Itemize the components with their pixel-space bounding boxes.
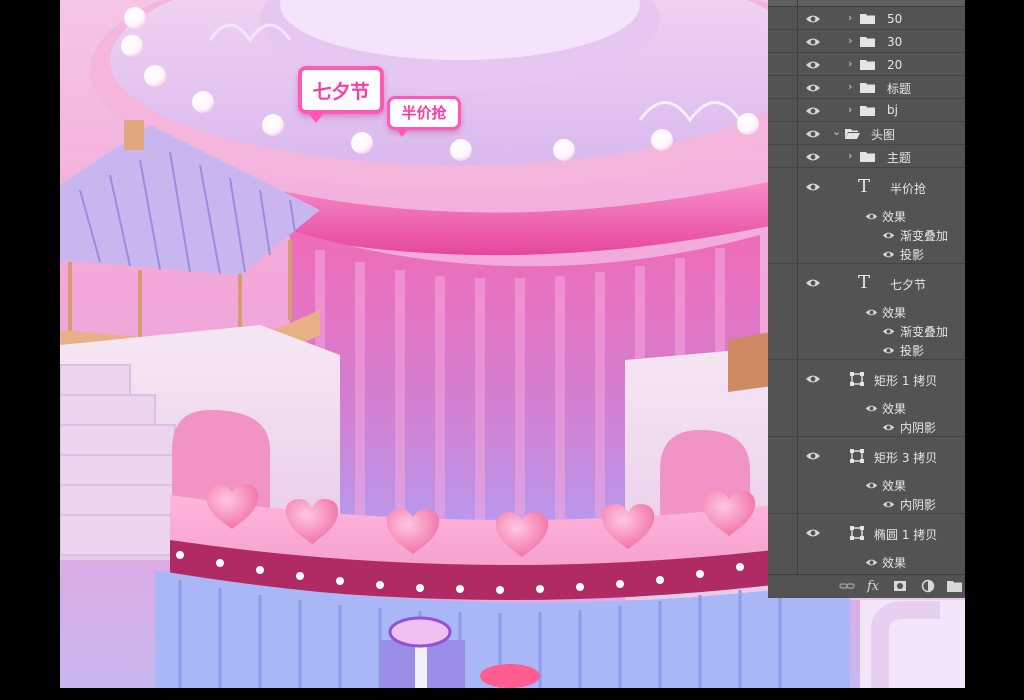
layer-name[interactable]: bj — [887, 103, 898, 117]
new-group-icon[interactable] — [947, 579, 962, 593]
qixi-badge-tail — [308, 113, 324, 123]
eye-icon[interactable] — [805, 37, 821, 47]
folder-icon — [860, 83, 875, 93]
layer-name[interactable]: 七夕节 — [890, 276, 926, 293]
layer-row-text-half-price[interactable]: T 半价抢 效果 渐变叠加 投影 — [768, 168, 965, 264]
effects-label[interactable]: 效果 — [882, 304, 906, 321]
chevron-right-icon[interactable]: › — [848, 103, 852, 116]
eye-icon[interactable] — [805, 83, 821, 93]
effects-eye-icon[interactable] — [865, 558, 878, 567]
layer-row-group-50[interactable]: › 50 — [768, 7, 965, 30]
eye-icon[interactable] — [805, 14, 821, 24]
layer-name[interactable]: 主题 — [887, 149, 911, 166]
chevron-right-icon[interactable]: › — [848, 80, 852, 93]
text-layer-icon: T — [858, 272, 871, 293]
layer-row-group-title[interactable]: › 标题 — [768, 76, 965, 99]
shape-layer-icon — [850, 526, 864, 540]
chevron-down-icon[interactable]: ⌄ — [832, 125, 841, 138]
folder-icon — [860, 37, 875, 47]
text-layer-icon: T — [858, 176, 871, 197]
chevron-right-icon[interactable]: › — [848, 57, 852, 70]
layer-name[interactable]: 30 — [887, 35, 902, 49]
chevron-right-icon[interactable]: › — [848, 149, 852, 162]
bottom-black-bar — [0, 688, 1024, 700]
layers-panel: › 50 › 30 › 20 › 标题 › bj ⌄ 头图 › 主题 T 半价抢… — [768, 0, 965, 598]
fx-icon[interactable]: fx — [867, 579, 879, 594]
effects-label[interactable]: 效果 — [882, 554, 906, 571]
layer-name[interactable]: 椭圆 1 拷贝 — [874, 526, 937, 543]
layer-name[interactable]: 20 — [887, 58, 902, 72]
effects-label[interactable]: 效果 — [882, 477, 906, 494]
layer-row-shape-ellipse1[interactable]: 椭圆 1 拷贝 效果 — [768, 514, 965, 574]
layer-name[interactable]: 矩形 1 拷贝 — [874, 372, 937, 389]
layer-row-group-bj[interactable]: › bj — [768, 99, 965, 122]
effects-eye-icon[interactable] — [865, 481, 878, 490]
right-black-bar — [965, 0, 1024, 700]
eye-icon[interactable] — [805, 278, 821, 288]
layer-name[interactable]: 标题 — [887, 80, 911, 97]
effect-eye-icon[interactable] — [882, 231, 895, 240]
effect-drop-shadow[interactable]: 投影 — [900, 342, 924, 359]
folder-icon — [860, 106, 875, 116]
effect-inner-shadow[interactable]: 内阴影 — [900, 419, 936, 436]
effect-drop-shadow[interactable]: 投影 — [900, 246, 924, 263]
effects-label[interactable]: 效果 — [882, 400, 906, 417]
layer-name[interactable]: 矩形 3 拷贝 — [874, 449, 937, 466]
effect-gradient-overlay[interactable]: 渐变叠加 — [900, 227, 948, 244]
layer-name[interactable]: 头图 — [871, 126, 895, 143]
folder-icon — [860, 152, 875, 162]
adjustment-icon[interactable] — [921, 579, 935, 593]
layer-row-group-30[interactable]: › 30 — [768, 30, 965, 53]
layer-row-group-theme[interactable]: › 主题 — [768, 145, 965, 168]
eye-icon[interactable] — [805, 182, 821, 192]
effects-eye-icon[interactable] — [865, 308, 878, 317]
effect-eye-icon[interactable] — [882, 327, 895, 336]
effect-gradient-overlay[interactable]: 渐变叠加 — [900, 323, 948, 340]
layers-panel-toolbar: fx — [768, 574, 965, 598]
effect-eye-icon[interactable] — [882, 423, 895, 432]
effects-eye-icon[interactable] — [865, 404, 878, 413]
layer-name[interactable]: 50 — [887, 12, 902, 26]
folder-open-icon — [845, 129, 860, 139]
half-price-badge: 半价抢 — [387, 96, 461, 130]
chevron-right-icon[interactable]: › — [848, 11, 852, 24]
folder-icon — [860, 60, 875, 70]
left-black-bar — [0, 0, 60, 700]
effect-eye-icon[interactable] — [882, 346, 895, 355]
mask-icon[interactable] — [893, 579, 907, 593]
eye-icon[interactable] — [805, 528, 821, 538]
shape-layer-icon — [850, 449, 864, 463]
chevron-right-icon[interactable]: › — [848, 34, 852, 47]
half-price-badge-text: 半价抢 — [401, 104, 447, 122]
effect-eye-icon[interactable] — [882, 250, 895, 259]
qixi-badge: 七夕节 — [298, 66, 384, 114]
eye-icon[interactable] — [805, 451, 821, 461]
shape-layer-icon — [850, 372, 864, 386]
eye-icon[interactable] — [805, 60, 821, 70]
effect-eye-icon[interactable] — [882, 500, 895, 509]
layer-row-shape-rect3[interactable]: 矩形 3 拷贝 效果 内阴影 — [768, 437, 965, 514]
half-price-badge-tail — [396, 129, 408, 137]
link-icon[interactable] — [839, 579, 855, 593]
eye-icon[interactable] — [805, 152, 821, 162]
effects-eye-icon[interactable] — [865, 212, 878, 221]
folder-icon — [860, 14, 875, 24]
layer-row-group-20[interactable]: › 20 — [768, 53, 965, 76]
eye-icon[interactable] — [805, 129, 821, 139]
layer-row-text-qixi[interactable]: T 七夕节 效果 渐变叠加 投影 — [768, 264, 965, 360]
layer-row-shape-rect1[interactable]: 矩形 1 拷贝 效果 内阴影 — [768, 360, 965, 437]
layer-row-group-header-image[interactable]: ⌄ 头图 — [768, 122, 965, 145]
eye-icon[interactable] — [805, 374, 821, 384]
effects-label[interactable]: 效果 — [882, 208, 906, 225]
layer-name[interactable]: 半价抢 — [890, 180, 926, 197]
qixi-badge-text: 七夕节 — [312, 81, 370, 103]
effect-inner-shadow[interactable]: 内阴影 — [900, 496, 936, 513]
eye-icon[interactable] — [805, 106, 821, 116]
